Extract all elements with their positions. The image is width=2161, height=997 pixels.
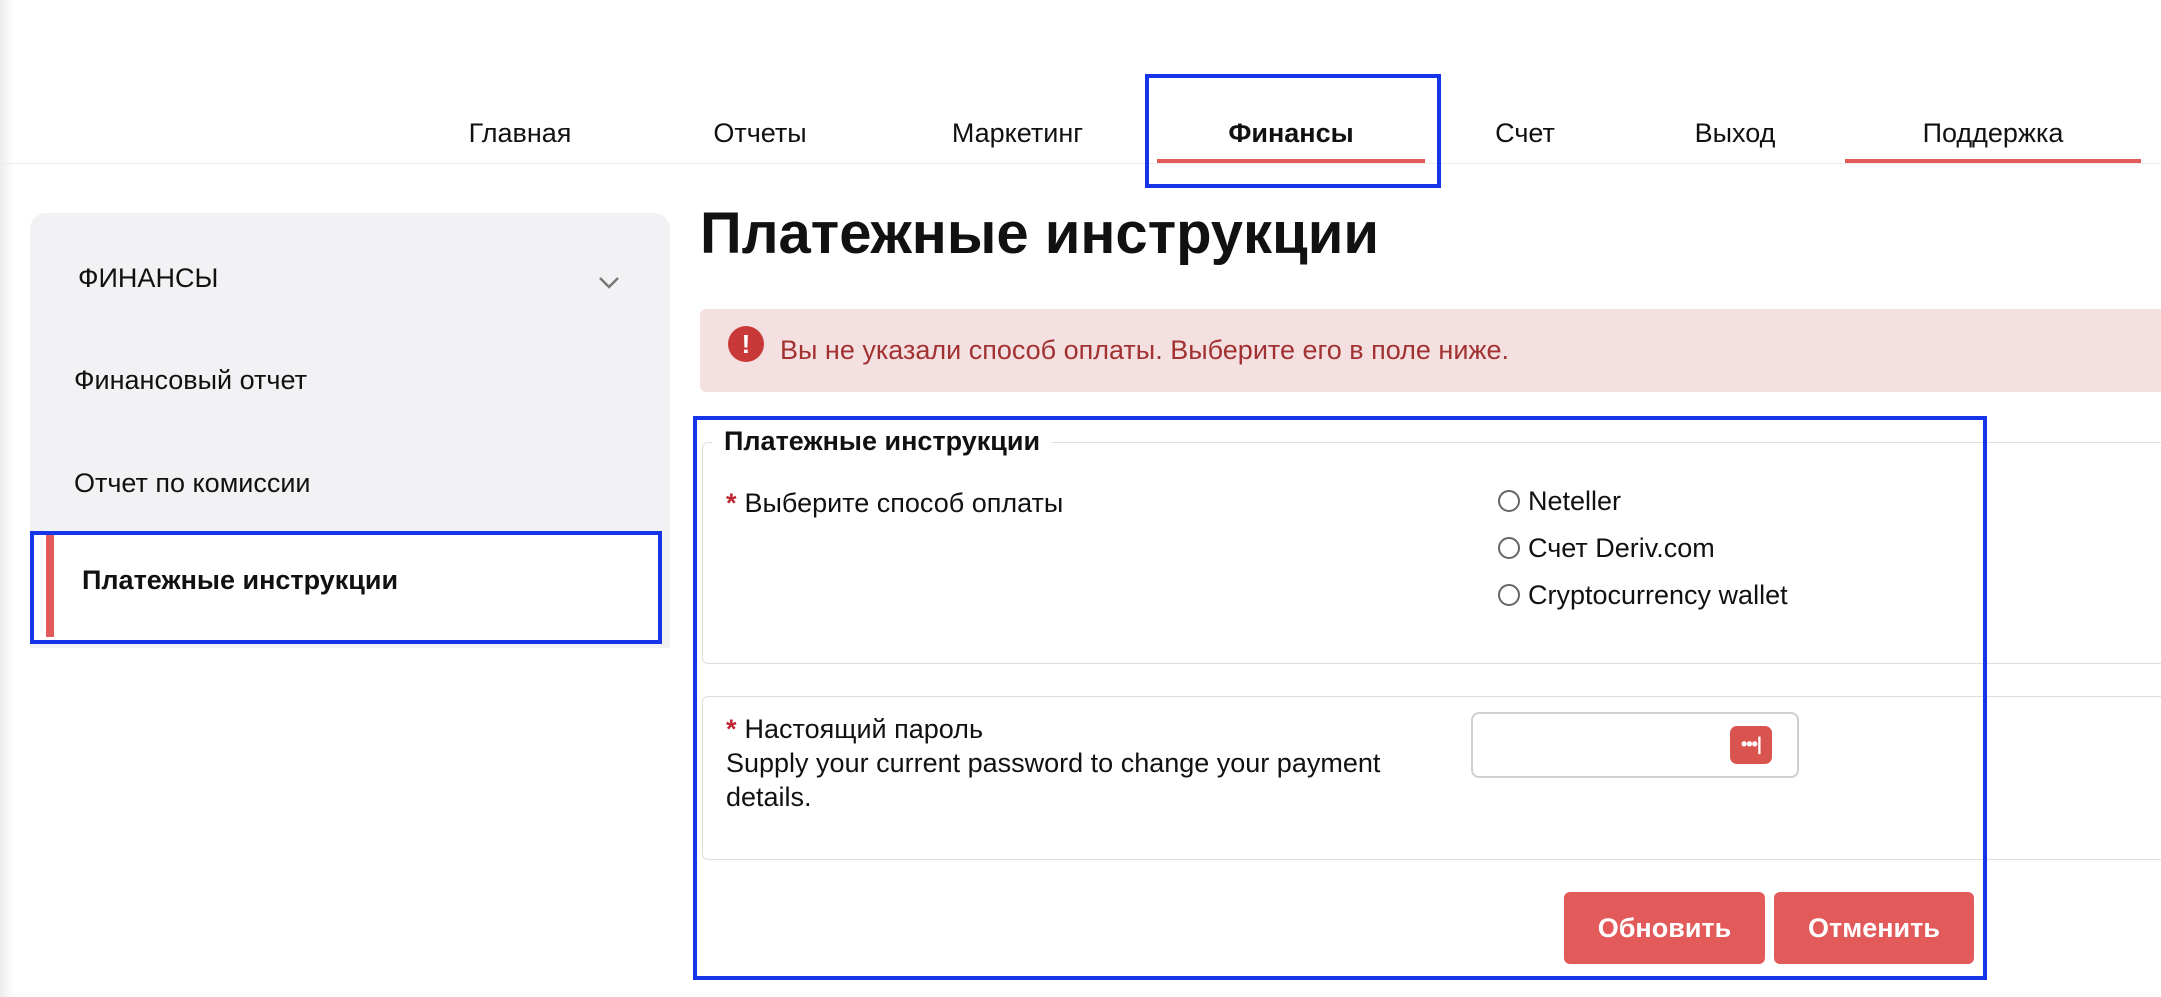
sidebar: ФИНАНСЫ Финансовый отчет Отчет по комисс… [30,213,670,648]
sidebar-item-commission-report[interactable]: Отчет по комиссии [74,468,311,499]
payment-method-label-text: Выберите способ оплаты [744,488,1064,518]
active-item-indicator [46,533,54,637]
radio-label: Neteller [1528,485,1622,516]
radio-option-deriv-account[interactable]: Счет Deriv.com [1498,531,1715,565]
nav-item-label: Отчеты [713,118,807,148]
password-help-text: Supply your current password to change y… [726,748,1381,812]
nav-item-label: Финансы [1228,118,1354,148]
radio-button[interactable] [1498,584,1520,606]
radio-option-crypto-wallet[interactable]: Cryptocurrency wallet [1498,578,1788,612]
update-button[interactable]: Обновить [1564,892,1765,964]
radio-label: Cryptocurrency wallet [1528,579,1788,610]
chevron-down-icon[interactable] [598,271,620,293]
radio-option-neteller[interactable]: Neteller [1498,484,1621,518]
password-manager-icon[interactable]: •••| [1730,726,1772,764]
required-mark: * [726,488,737,518]
page-title: Платежные инструкции [700,201,1380,266]
required-mark: * [726,714,737,744]
radio-label: Счет Deriv.com [1528,532,1715,563]
password-label-text: Настоящий пароль [744,714,984,744]
sidebar-item-payment-instructions[interactable]: Платежные инструкции [30,533,660,643]
nav-item-label: Маркетинг [951,118,1084,148]
sidebar-section-title: ФИНАНСЫ [78,263,219,293]
sidebar-item-financial-report[interactable]: Финансовый отчет [74,365,307,396]
nav-item-marketing[interactable]: Маркетинг [935,107,1100,163]
nav-item-support[interactable]: Поддержка [1845,107,2141,163]
active-tab-underline [1157,159,1425,163]
top-navigation: Главная Отчеты Маркетинг Финансы Счет Вы… [0,0,2161,164]
cancel-button[interactable]: Отменить [1774,892,1974,964]
exclamation-icon: ! [728,326,764,362]
payment-method-fieldset [702,442,2161,664]
radio-button[interactable] [1498,537,1520,559]
password-label: * Настоящий пароль [726,714,983,745]
sidebar-item-label: Платежные инструкции [82,565,399,595]
form-legend: Платежные инструкции [712,426,1053,457]
nav-item-label: Выход [1694,118,1776,148]
radio-button[interactable] [1498,490,1520,512]
error-alert: ! Вы не указали способ оплаты. Выберите … [700,309,2161,392]
nav-item-label: Счет [1495,118,1555,148]
nav-item-finance[interactable]: Финансы [1157,107,1425,163]
alert-text: Вы не указали способ оплаты. Выберите ег… [780,335,1509,365]
payment-method-label: * Выберите способ оплаты [726,488,1063,519]
support-tab-underline [1845,159,2141,163]
nav-item-account[interactable]: Счет [1480,107,1570,163]
nav-item-logout[interactable]: Выход [1680,107,1790,163]
nav-item-home[interactable]: Главная [450,107,590,163]
nav-item-label: Главная [468,118,572,148]
nav-item-label: Поддержка [1922,118,2064,148]
nav-item-reports[interactable]: Отчеты [695,107,825,163]
